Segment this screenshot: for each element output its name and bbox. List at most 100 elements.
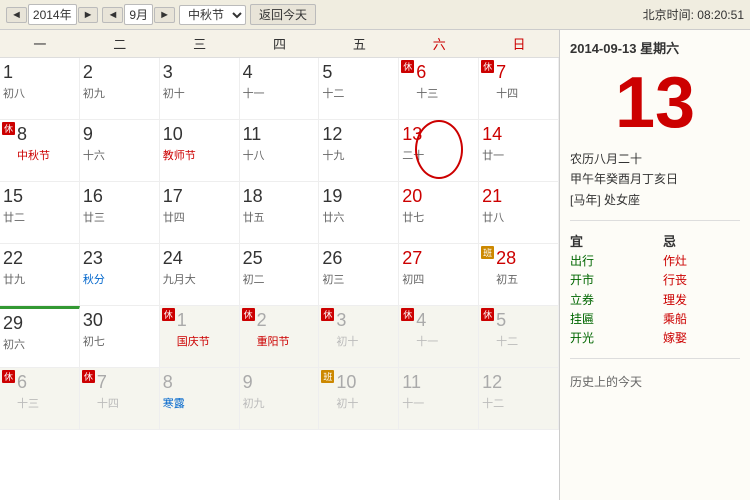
table-row[interactable]: 18廿五 xyxy=(240,182,320,244)
table-row[interactable]: 休6十三 xyxy=(399,58,479,120)
lunar-day: 廿九 xyxy=(3,271,76,287)
lunar-day: 国庆节 xyxy=(177,333,236,349)
table-row[interactable]: 休7十四 xyxy=(80,368,160,430)
table-row[interactable]: 25初二 xyxy=(240,244,320,306)
rp-yi-col: 宜 出行开市立券挂匾开光 xyxy=(570,231,647,348)
rp-ji-header: 忌 xyxy=(663,231,740,250)
table-row[interactable]: 8寒露 xyxy=(160,368,240,430)
table-row[interactable]: 3初十 xyxy=(160,58,240,120)
calendar-area: 一 二 三 四 五 六 日 1初八2初九3初十4十一5十二休6十三休7十四休8中… xyxy=(0,30,560,500)
holiday-badge: 班 xyxy=(321,370,334,383)
main-day: 3 xyxy=(336,310,395,332)
main-day: 27 xyxy=(402,248,475,270)
table-row[interactable]: 21廿八 xyxy=(479,182,559,244)
lunar-day: 十四 xyxy=(496,85,555,101)
festival-select[interactable]: 中秋节 xyxy=(179,5,246,25)
table-row[interactable]: 27初四 xyxy=(399,244,479,306)
table-row[interactable]: 4十一 xyxy=(240,58,320,120)
dow-sun: 日 xyxy=(479,30,559,57)
table-row[interactable]: 15廿二 xyxy=(0,182,80,244)
table-row[interactable]: 9十六 xyxy=(80,120,160,182)
holiday-badge: 休 xyxy=(82,370,95,383)
ji-item: 理发 xyxy=(663,291,740,310)
next-month-btn[interactable]: ► xyxy=(154,7,175,23)
table-row[interactable]: 11十一 xyxy=(399,368,479,430)
lunar-day: 廿六 xyxy=(322,209,395,225)
prev-month-btn[interactable]: ◄ xyxy=(102,7,123,23)
main-day: 2 xyxy=(257,310,316,332)
table-row[interactable]: 班10初十 xyxy=(319,368,399,430)
lunar-day: 初九 xyxy=(83,85,156,101)
table-row[interactable]: 休2重阳节 xyxy=(240,306,320,368)
lunar-day: 初十 xyxy=(163,85,236,101)
table-row[interactable]: 26初三 xyxy=(319,244,399,306)
main-day: 12 xyxy=(482,372,555,394)
table-row[interactable]: 24九月大 xyxy=(160,244,240,306)
main-day: 30 xyxy=(83,310,156,332)
main-day: 18 xyxy=(243,186,316,208)
lunar-day: 十三 xyxy=(17,395,76,411)
table-row[interactable]: 12十二 xyxy=(479,368,559,430)
main-day: 20 xyxy=(402,186,475,208)
dow-tue: 二 xyxy=(80,30,160,57)
return-today-btn[interactable]: 返回今天 xyxy=(250,4,316,25)
table-row[interactable]: 14廿一 xyxy=(479,120,559,182)
table-row[interactable]: 22廿九 xyxy=(0,244,80,306)
rp-divider1 xyxy=(570,220,740,221)
table-row[interactable]: 23秋分 xyxy=(80,244,160,306)
holiday-badge: 休 xyxy=(401,60,414,73)
rp-yi-items: 出行开市立券挂匾开光 xyxy=(570,252,647,348)
main-day: 8 xyxy=(17,124,76,146)
table-row[interactable]: 10教师节 xyxy=(160,120,240,182)
main-day: 16 xyxy=(83,186,156,208)
table-row[interactable]: 2初九 xyxy=(80,58,160,120)
table-row[interactable]: 17廿四 xyxy=(160,182,240,244)
main-day: 23 xyxy=(83,248,156,270)
table-row[interactable]: 休3初十 xyxy=(319,306,399,368)
table-row[interactable]: 休7十四 xyxy=(479,58,559,120)
lunar-day: 廿二 xyxy=(3,209,76,225)
yi-item: 开光 xyxy=(570,329,647,348)
main-day: 8 xyxy=(163,372,236,394)
rp-divider2 xyxy=(570,358,740,359)
main-day: 2 xyxy=(83,62,156,84)
table-row[interactable]: 休8中秋节 xyxy=(0,120,80,182)
lunar-day: 十九 xyxy=(322,147,395,163)
lunar-day: 十一 xyxy=(402,395,475,411)
yi-item: 立券 xyxy=(570,291,647,310)
lunar-day: 十一 xyxy=(416,333,475,349)
table-row[interactable]: 5十二 xyxy=(319,58,399,120)
next-year-btn[interactable]: ► xyxy=(78,7,99,23)
top-nav: ◄ 2014年 ► ◄ 9月 ► 中秋节 返回今天 北京时间: 08:20:51 xyxy=(0,0,750,30)
dow-header: 一 二 三 四 五 六 日 xyxy=(0,30,559,58)
prev-year-btn[interactable]: ◄ xyxy=(6,7,27,23)
table-row[interactable]: 11十八 xyxy=(240,120,320,182)
lunar-day: 廿五 xyxy=(243,209,316,225)
rp-history: 历史上的今天 xyxy=(570,373,740,390)
year-nav-group: ◄ 2014年 ► xyxy=(6,4,98,25)
lunar-day: 廿七 xyxy=(402,209,475,225)
table-row[interactable]: 班28初五 xyxy=(479,244,559,306)
table-row[interactable]: 16廿三 xyxy=(80,182,160,244)
lunar-day: 重阳节 xyxy=(257,333,316,349)
table-row[interactable]: 12十九 xyxy=(319,120,399,182)
table-row[interactable]: 休4十一 xyxy=(399,306,479,368)
main-day: 10 xyxy=(163,124,236,146)
table-row[interactable]: 20廿七 xyxy=(399,182,479,244)
table-row[interactable]: 13二十 xyxy=(399,120,479,182)
table-row[interactable]: 9初九 xyxy=(240,368,320,430)
ji-item: 行丧 xyxy=(663,271,740,290)
dow-wed: 三 xyxy=(160,30,240,57)
table-row[interactable]: 1初八 xyxy=(0,58,80,120)
table-row[interactable]: 30初七 xyxy=(80,306,160,368)
table-row[interactable]: 休5十二 xyxy=(479,306,559,368)
table-row[interactable]: 29初六 xyxy=(0,306,80,368)
table-row[interactable]: 休1国庆节 xyxy=(160,306,240,368)
main-day: 5 xyxy=(322,62,395,84)
main-day: 4 xyxy=(243,62,316,84)
lunar-day: 初十 xyxy=(336,333,395,349)
table-row[interactable]: 19廿六 xyxy=(319,182,399,244)
lunar-day: 十六 xyxy=(83,147,156,163)
ji-item: 乘船 xyxy=(663,310,740,329)
table-row[interactable]: 休6十三 xyxy=(0,368,80,430)
